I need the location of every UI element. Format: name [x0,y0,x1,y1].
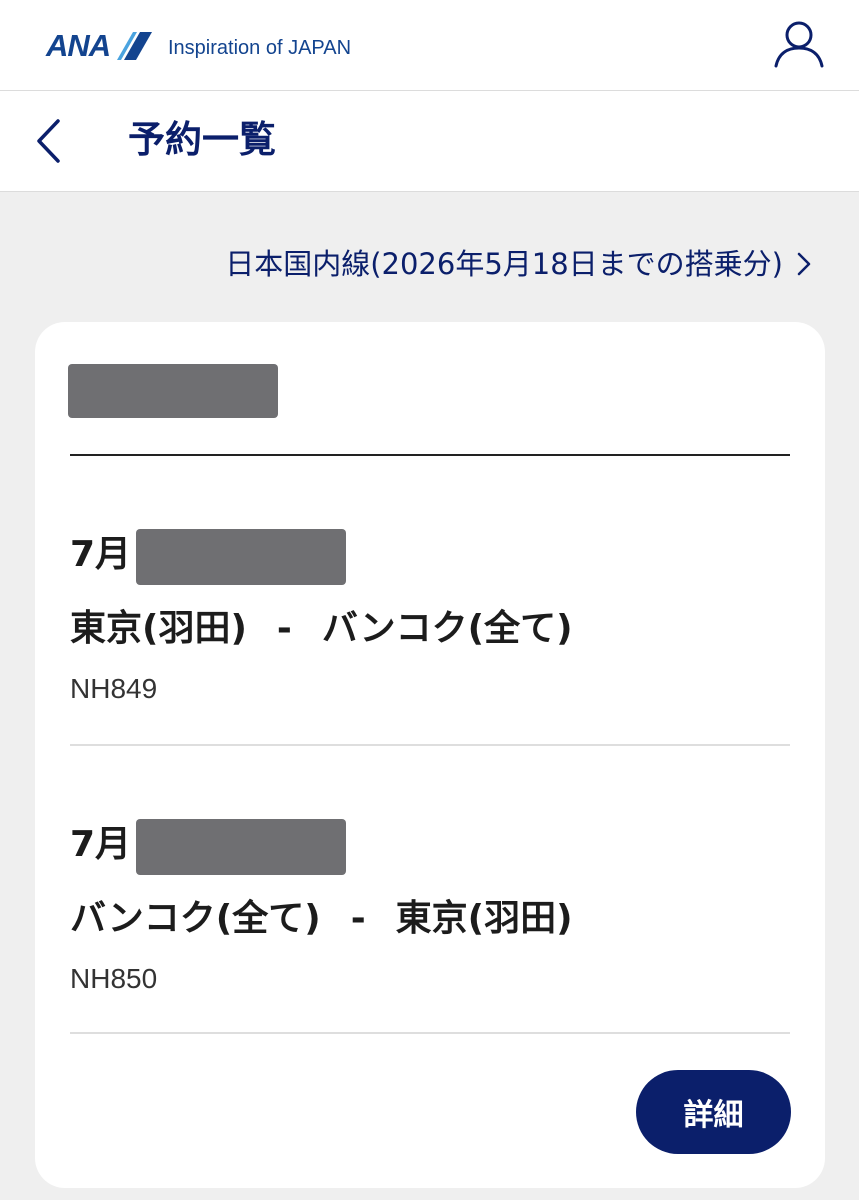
origin: バンコク(全て) [70,898,321,939]
redacted-reservation-number [68,364,278,418]
segment-divider [70,744,790,746]
reservation-card: 7月 東京(羽田) - バンコク(全て) NH849 7月 バンコク(全て) - 東京(… [35,322,825,1188]
segment-route: バンコク(全て) - 東京(羽田) [70,891,573,947]
segment-divider [70,1032,790,1034]
destination: 東京(羽田) [395,898,573,939]
segment-date: 7月 [70,817,131,873]
details-button[interactable]: 詳細 [636,1070,791,1154]
domestic-flights-label: 日本国内線(2026年5月18日までの搭乗分) [225,247,783,281]
flight-segment[interactable]: 7月 バンコク(全て) - 東京(羽田) NH850 [70,817,790,1007]
segment-date: 7月 [70,527,131,583]
chevron-right-icon [797,252,811,276]
flight-segment[interactable]: 7月 東京(羽田) - バンコク(全て) NH849 [70,527,790,717]
redacted-date [136,529,346,585]
origin: 東京(羽田) [70,608,247,649]
route-separator: - [276,608,292,649]
segment-month: 7月 [70,534,132,575]
redacted-date [136,819,346,875]
page-title: 予約一覧 [128,118,276,161]
segment-month: 7月 [70,824,132,865]
chevron-left-icon[interactable] [30,115,70,167]
card-divider [70,454,790,456]
ana-logo-mark-icon [117,32,153,60]
route-separator: - [350,898,366,939]
flight-number: NH849 [70,673,158,704]
segment-route: 東京(羽田) - バンコク(全て) [70,601,573,657]
page-header: 予約一覧 [0,91,859,192]
logo-text: ANA [46,28,111,63]
destination: バンコク(全て) [321,608,573,649]
brand-tagline: Inspiration of JAPAN [168,37,352,59]
app-header: ANA Inspiration of JAPAN [0,0,859,91]
user-icon[interactable] [773,18,825,70]
domestic-flights-link[interactable]: 日本国内線(2026年5月18日までの搭乗分) [225,240,813,288]
flight-number: NH850 [70,963,158,994]
ana-logo[interactable]: ANA [46,28,153,63]
